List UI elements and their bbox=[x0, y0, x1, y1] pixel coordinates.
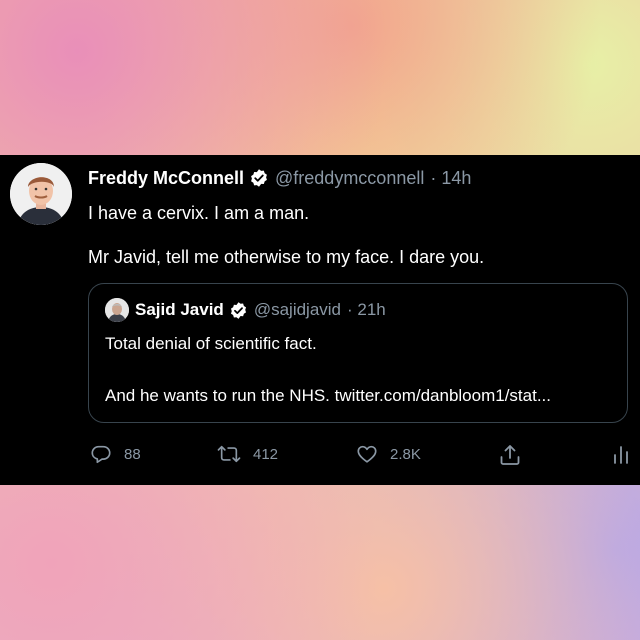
retweet-button[interactable]: 412 bbox=[217, 443, 278, 465]
tweet-card[interactable]: Freddy McConnell @freddymcconnell · 14h … bbox=[0, 155, 640, 485]
share-button[interactable] bbox=[498, 443, 522, 467]
tweet-text-line-1: I have a cervix. I am a man. bbox=[88, 203, 310, 223]
like-count: 2.8K bbox=[390, 445, 421, 463]
reply-button[interactable]: 88 bbox=[90, 443, 141, 465]
tweet-actions: 88 412 2.8K bbox=[0, 443, 640, 467]
like-button[interactable]: 2.8K bbox=[356, 443, 421, 465]
quoted-author-handle[interactable]: @sajidjavid bbox=[254, 300, 341, 320]
retweet-count: 412 bbox=[253, 445, 279, 463]
quoted-text-line-2[interactable]: And he wants to run the NHS. twitter.com… bbox=[105, 386, 551, 406]
quoted-text-line-1: Total denial of scientific fact. bbox=[105, 334, 317, 353]
reply-icon bbox=[90, 443, 112, 465]
quoted-tweet-header: Sajid Javid @sajidjavid · 21h bbox=[135, 298, 386, 322]
verified-badge-icon bbox=[229, 301, 248, 320]
author-avatar[interactable] bbox=[10, 163, 72, 225]
quoted-tweet-time[interactable]: · 21h bbox=[347, 300, 386, 320]
tweet-text-line-2: Mr Javid, tell me otherwise to my face. … bbox=[88, 247, 485, 267]
verified-badge-icon bbox=[249, 168, 269, 188]
reply-count: 88 bbox=[124, 445, 141, 463]
analytics-button[interactable] bbox=[612, 443, 630, 465]
author-handle[interactable]: @freddymcconnell bbox=[275, 168, 424, 189]
share-icon bbox=[498, 443, 522, 467]
retweet-icon bbox=[217, 443, 241, 465]
author-name[interactable]: Freddy McConnell bbox=[88, 168, 244, 189]
quoted-author-avatar bbox=[105, 298, 129, 322]
tweet-header: Freddy McConnell @freddymcconnell · 14h bbox=[88, 165, 471, 191]
analytics-icon bbox=[612, 443, 630, 465]
quoted-tweet[interactable]: Sajid Javid @sajidjavid · 21h Total deni… bbox=[88, 283, 628, 423]
heart-icon bbox=[356, 443, 378, 465]
tweet-time[interactable]: · 14h bbox=[430, 168, 471, 189]
quoted-author-name[interactable]: Sajid Javid bbox=[135, 300, 224, 320]
